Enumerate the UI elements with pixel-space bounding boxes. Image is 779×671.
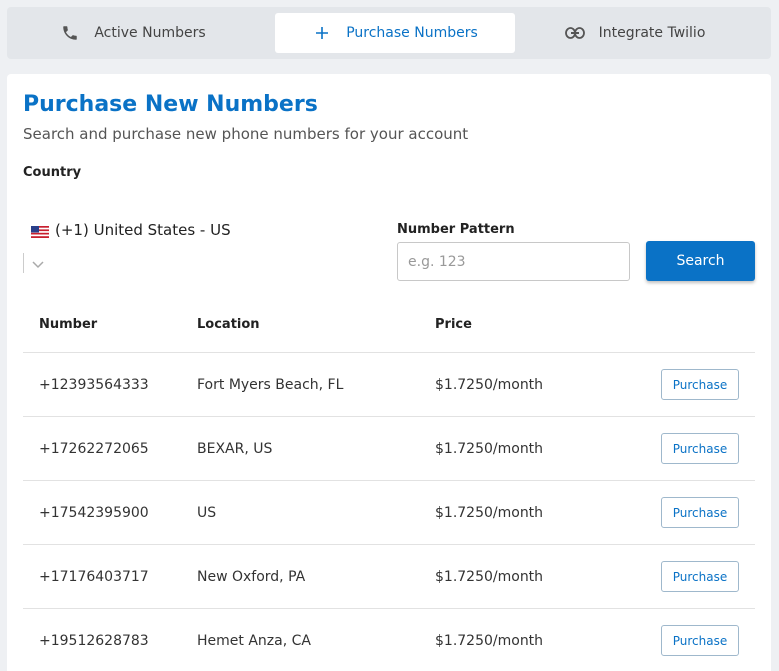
- us-flag-icon: [31, 224, 49, 238]
- number-cell: +17262272065: [39, 440, 149, 457]
- numbers-table: Number Location Price +12393564333 Fort …: [23, 296, 755, 671]
- country-selected-value[interactable]: (+1) United States - US: [31, 221, 231, 239]
- number-cell: +19512628783: [39, 632, 149, 649]
- tab-bar: Active Numbers Purchase Numbers Integrat…: [7, 7, 771, 59]
- location-cell: US: [197, 504, 217, 521]
- number-cell: +12393564333: [39, 376, 149, 393]
- country-value-text: (+1) United States - US: [55, 221, 231, 239]
- number-pattern-input[interactable]: [397, 242, 630, 281]
- purchase-button[interactable]: Purchase: [661, 625, 739, 656]
- price-cell: $1.7250/month: [435, 440, 544, 457]
- tab-label: Purchase Numbers: [346, 25, 478, 41]
- table-row: +17262272065 BEXAR, US $1.7250/month Pur…: [23, 417, 755, 481]
- purchase-button[interactable]: Purchase: [661, 369, 739, 400]
- link-icon: [564, 23, 585, 43]
- location-cell: New Oxford, PA: [197, 568, 306, 585]
- price-cell: $1.7250/month: [435, 632, 544, 649]
- price-cell: $1.7250/month: [435, 568, 544, 585]
- table-row: +17176403717 New Oxford, PA $1.7250/mont…: [23, 545, 755, 609]
- plus-icon: [312, 23, 332, 43]
- location-cell: BEXAR, US: [197, 440, 273, 457]
- phone-icon: [60, 23, 80, 43]
- purchase-button[interactable]: Purchase: [661, 497, 739, 528]
- location-cell: Fort Myers Beach, FL: [197, 376, 344, 393]
- column-header-price: Price: [435, 316, 472, 332]
- table-row: +12393564333 Fort Myers Beach, FL $1.725…: [23, 353, 755, 417]
- number-pattern-label: Number Pattern: [397, 222, 515, 237]
- column-header-number: Number: [39, 316, 98, 332]
- location-cell: Hemet Anza, CA: [197, 632, 311, 649]
- column-header-location: Location: [197, 316, 260, 332]
- search-button[interactable]: Search: [646, 241, 755, 281]
- number-cell: +17176403717: [39, 568, 149, 585]
- price-cell: $1.7250/month: [435, 504, 544, 521]
- purchase-button[interactable]: Purchase: [661, 433, 739, 464]
- table-row: +19512628783 Hemet Anza, CA $1.7250/mont…: [23, 609, 755, 671]
- table-row: +17542395900 US $1.7250/month Purchase: [23, 481, 755, 545]
- tab-integrate-twilio[interactable]: Integrate Twilio: [515, 13, 755, 53]
- chevron-down-icon[interactable]: [32, 254, 44, 273]
- price-cell: $1.7250/month: [435, 376, 544, 393]
- dropdown-separator: [23, 253, 24, 273]
- number-cell: +17542395900: [39, 504, 149, 521]
- page-subtitle: Search and purchase new phone numbers fo…: [23, 125, 469, 143]
- tab-purchase-numbers[interactable]: Purchase Numbers: [275, 13, 515, 53]
- page-title: Purchase New Numbers: [23, 92, 318, 117]
- tab-label: Active Numbers: [94, 25, 206, 41]
- purchase-button[interactable]: Purchase: [661, 561, 739, 592]
- table-header: Number Location Price: [23, 296, 755, 353]
- purchase-card: Purchase New Numbers Search and purchase…: [7, 74, 771, 671]
- country-label: Country: [23, 165, 82, 180]
- country-dropdown[interactable]: [23, 252, 53, 274]
- tab-label: Integrate Twilio: [598, 25, 706, 41]
- tab-active-numbers[interactable]: Active Numbers: [13, 13, 253, 53]
